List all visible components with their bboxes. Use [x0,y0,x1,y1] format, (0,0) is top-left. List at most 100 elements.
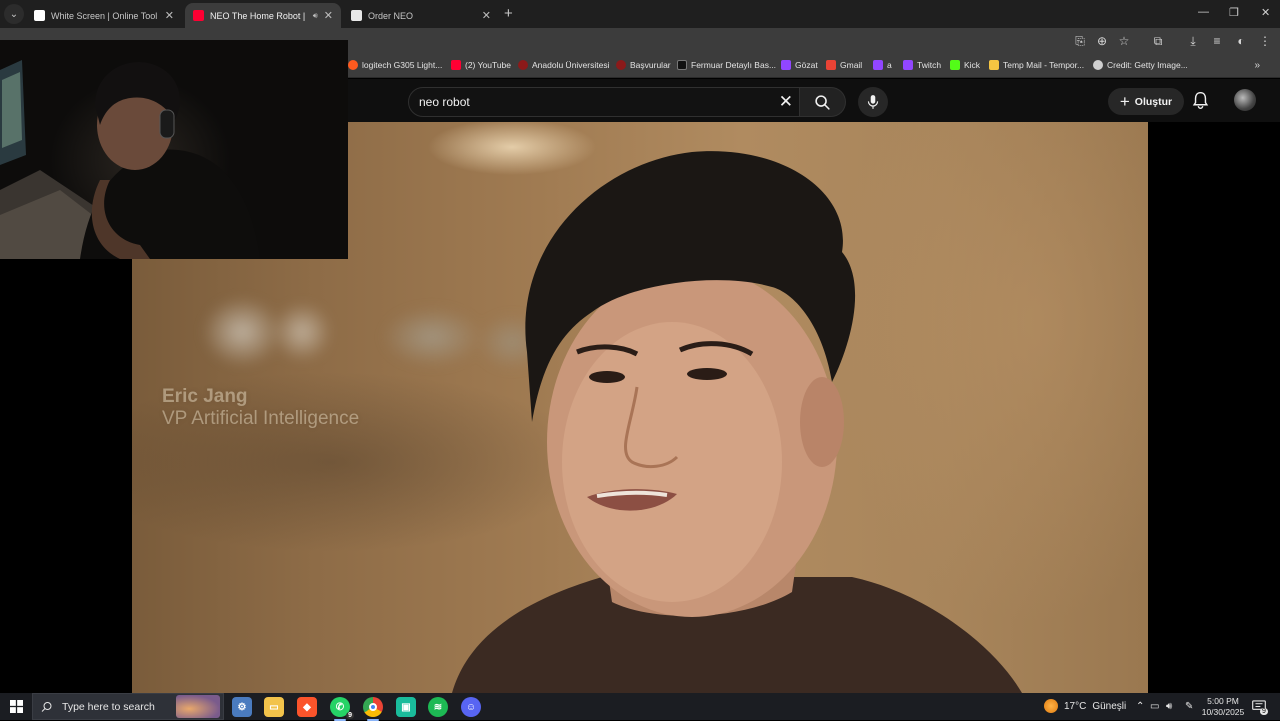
media-controls-icon[interactable]: ≡ [1209,34,1225,48]
tab-close-icon[interactable]: ✕ [165,9,174,22]
white-screen-favicon-icon [34,10,45,21]
more-bookmarks-icon[interactable]: » [1254,60,1260,71]
voice-search-button[interactable] [858,87,888,117]
bookmark-temp-mail[interactable]: Temp Mail - Tempor... [989,60,1084,70]
sun-icon [1044,699,1058,713]
bell-icon [1192,91,1209,109]
browser-tab-strip: ⌄ White Screen | Online Tool ✕ NEO The H… [0,0,1280,28]
create-label: Oluştur [1134,95,1173,108]
bookmark-label: Gmail [840,60,863,70]
speaker-name: Eric Jang [162,386,248,407]
bookmark-label: a [887,60,892,70]
bookmark-gozat[interactable]: Gözat [781,60,818,70]
close-window-button[interactable]: ✕ [1261,6,1270,19]
bookmark-getty[interactable]: Credit: Getty Image... [1093,60,1188,70]
tab-close-icon[interactable]: ✕ [324,9,333,22]
menu-icon[interactable]: ⋮ [1257,34,1273,48]
tab-white-screen[interactable]: White Screen | Online Tool ✕ [26,3,182,28]
zoom-icon[interactable]: ⊕ [1094,34,1110,48]
clock-time: 5:00 PM [1207,696,1239,706]
pen-icon[interactable]: ✎ [1185,701,1193,712]
clock-date: 10/30/2025 [1201,707,1245,717]
folder-icon: ▭ [269,701,279,713]
university-icon [616,60,626,70]
bookmark-logitech[interactable]: logitech G305 Light... [348,60,442,70]
tab-close-icon[interactable]: ✕ [482,9,491,22]
taskbar-app-lens[interactable]: ▣ [396,697,416,717]
notification-count: 9 [1260,708,1268,715]
taskbar-app-explorer-settings[interactable]: ⚙ [232,697,252,717]
bookmark-label: Gözat [795,60,818,70]
globe-icon [1093,60,1103,70]
search-icon [815,94,830,110]
search-input[interactable] [419,95,759,109]
volume-icon[interactable]: 🔊︎ [1166,701,1172,712]
tab-title: Order NEO [368,10,414,21]
profile-icon[interactable]: ◐ [1233,34,1249,48]
plus-icon: + [1119,92,1130,111]
extensions-icon[interactable]: ⧉ [1150,34,1166,49]
fermuar-icon [677,60,687,70]
tab-order-neo[interactable]: Order NEO ✕ [343,3,499,28]
bookmark-label: Temp Mail - Tempor... [1003,60,1085,70]
bookmark-kick[interactable]: Kick [950,60,980,70]
youtube-search-box: ✕ [408,87,800,117]
downloads-icon[interactable]: ⤓ [1185,34,1201,49]
twitch-icon [781,60,791,70]
clear-search-icon[interactable]: ✕ [779,92,793,112]
tab-neo-home-robot[interactable]: NEO The Home Robot | Ord 🔊︎ ✕ [185,3,341,28]
new-tab-button[interactable]: + [504,6,513,21]
start-button[interactable] [10,700,23,718]
bookmark-label: Anadolu Üniversitesi [532,60,610,70]
minimize-window-button[interactable]: — [1198,6,1209,18]
search-button[interactable] [800,87,846,117]
bookmark-youtube[interactable]: (2) YouTube [451,60,511,70]
university-icon [518,60,528,70]
tab-title: NEO The Home Robot | Ord [210,10,307,21]
account-avatar[interactable] [1234,89,1256,111]
bookmark-gmail[interactable]: Gmail [826,60,862,70]
microphone-icon [867,95,879,109]
taskbar-search-placeholder: Type here to search [62,700,155,713]
bookmark-label: Başvurular [630,60,671,70]
audio-playing-icon[interactable]: 🔊︎ [313,11,318,21]
bookmark-fermuar[interactable]: Fermuar Detaylı Bas... [677,60,776,70]
tab-title: White Screen | Online Tool [51,10,158,21]
temp-mail-icon [989,60,999,70]
taskbar-app-brave[interactable]: ◆ [297,697,317,717]
weather-widget[interactable]: 17°C Güneşli [1044,699,1126,713]
taskbar-app-file-explorer[interactable]: ▭ [264,697,284,717]
tab-search-button[interactable]: ⌄ [4,4,24,24]
bookmark-star-icon[interactable]: ☆ [1116,34,1132,48]
notifications-button[interactable] [1192,91,1209,115]
taskbar-app-spotify[interactable]: ≋ [428,697,448,717]
bookmark-label: Kick [964,60,981,70]
whatsapp-icon: ✆ [335,701,345,713]
bookmark-label: Credit: Getty Image... [1107,60,1188,70]
taskbar-app-chrome[interactable] [363,697,383,721]
streamer-webcam-image [0,60,260,259]
bookmark-twitch[interactable]: Twitch [903,60,941,70]
notification-center-button[interactable]: 9 [1252,700,1268,718]
taskbar-app-discord[interactable]: ☺ [461,697,481,717]
install-app-icon[interactable]: ⎘ [1072,34,1088,49]
webcam-overlay [0,40,348,259]
network-icon[interactable]: ▭ [1150,701,1159,712]
kick-icon [950,60,960,70]
restore-window-button[interactable]: ❐ [1229,6,1239,19]
bookmark-a[interactable]: a [873,60,892,70]
bookmark-basvurular[interactable]: Başvurular [616,60,671,70]
taskbar-app-whatsapp[interactable]: ✆ 9 [330,697,354,721]
bookmark-anadolu[interactable]: Anadolu Üniversitesi [518,60,609,70]
twitch-icon [873,60,883,70]
spotify-icon: ≋ [433,701,443,713]
logitech-icon [348,60,358,70]
bookmark-label: Twitch [917,60,942,70]
system-clock[interactable]: 5:00 PM 10/30/2025 [1200,696,1246,718]
whatsapp-badge: 9 [346,712,354,719]
youtube-favicon-icon [193,10,204,21]
brave-icon: ◆ [303,701,311,713]
create-button[interactable]: + Oluştur [1108,88,1184,115]
show-hidden-icons-icon[interactable]: ⌃ [1136,701,1144,712]
discord-icon: ☺ [465,701,477,713]
